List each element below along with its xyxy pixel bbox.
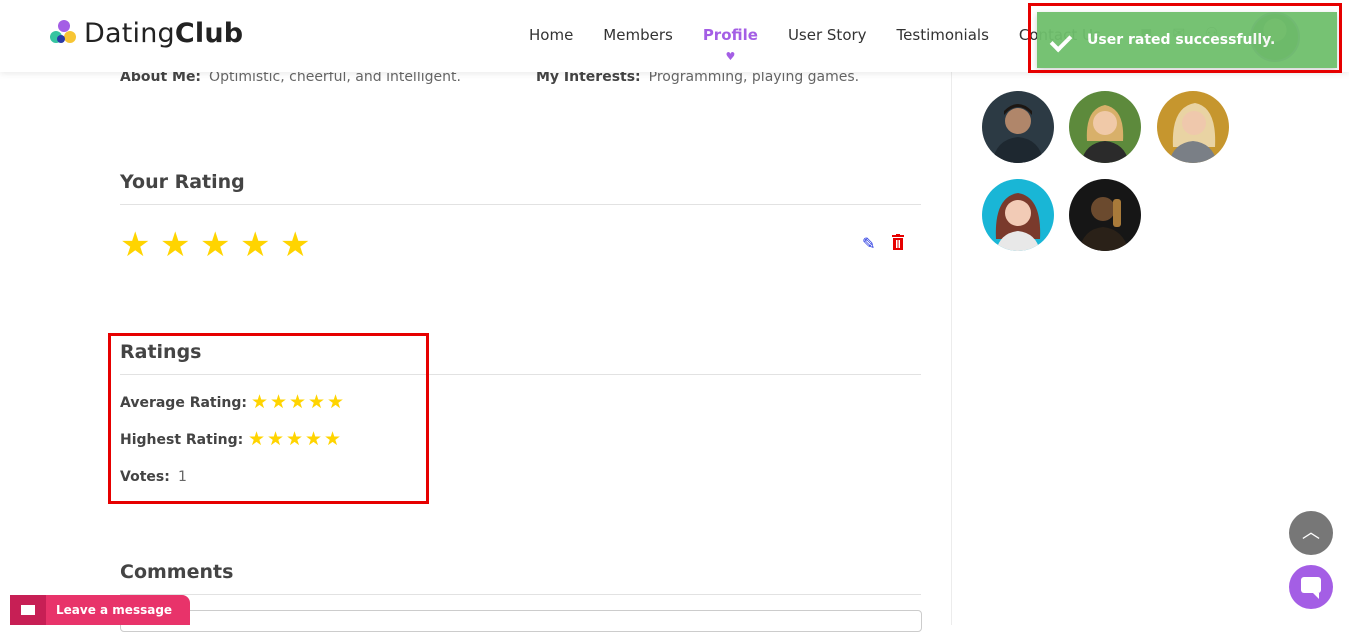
member-avatar[interactable]: [982, 179, 1054, 251]
your-rating-title: Your Rating: [120, 171, 245, 193]
nav-item-profile[interactable]: Profile ♥: [702, 26, 758, 63]
delete-rating-icon[interactable]: [891, 234, 905, 250]
sidebar-border: [951, 72, 952, 625]
heart-icon: ♥: [725, 50, 736, 63]
logo-text: DatingClub: [84, 18, 243, 49]
chat-button[interactable]: [1289, 565, 1333, 609]
divider: [120, 204, 921, 205]
nav-item-user-story[interactable]: User Story: [788, 26, 867, 44]
edit-rating-icon[interactable]: ✎: [862, 234, 875, 253]
member-avatar[interactable]: [1069, 179, 1141, 251]
logo-icon: [50, 19, 78, 48]
member-avatar[interactable]: [982, 91, 1054, 163]
leave-message-button[interactable]: Leave a message: [10, 595, 190, 625]
comment-input[interactable]: [120, 610, 922, 632]
nav-item-members[interactable]: Members: [603, 26, 673, 44]
leave-message-label: Leave a message: [56, 603, 173, 617]
star-icon[interactable]: ★: [120, 228, 160, 262]
comments-title: Comments: [120, 561, 234, 583]
member-avatar[interactable]: [1157, 91, 1229, 163]
mail-icon: [10, 595, 46, 625]
your-rating-stars[interactable]: ★ ★ ★ ★ ★: [120, 228, 320, 262]
scroll-to-top-button[interactable]: ︿: [1289, 511, 1333, 555]
nav-item-profile-label: Profile: [702, 26, 758, 44]
star-icon[interactable]: ★: [280, 228, 320, 262]
site-logo[interactable]: DatingClub: [50, 18, 243, 49]
nav-item-testimonials[interactable]: Testimonials: [897, 26, 989, 44]
logo-text-bold: Club: [174, 18, 244, 49]
star-icon[interactable]: ★: [200, 228, 240, 262]
member-avatar[interactable]: [1069, 91, 1141, 163]
logo-text-light: Dating: [84, 18, 175, 49]
divider: [120, 594, 921, 595]
ratings-highlight-box: [108, 333, 429, 504]
star-icon[interactable]: ★: [240, 228, 280, 262]
nav-item-home[interactable]: Home: [529, 26, 573, 44]
star-icon[interactable]: ★: [160, 228, 200, 262]
chevron-up-icon: ︿: [1302, 522, 1320, 543]
toast-highlight-box: [1028, 3, 1342, 73]
chat-bubble-icon: [1301, 577, 1321, 599]
